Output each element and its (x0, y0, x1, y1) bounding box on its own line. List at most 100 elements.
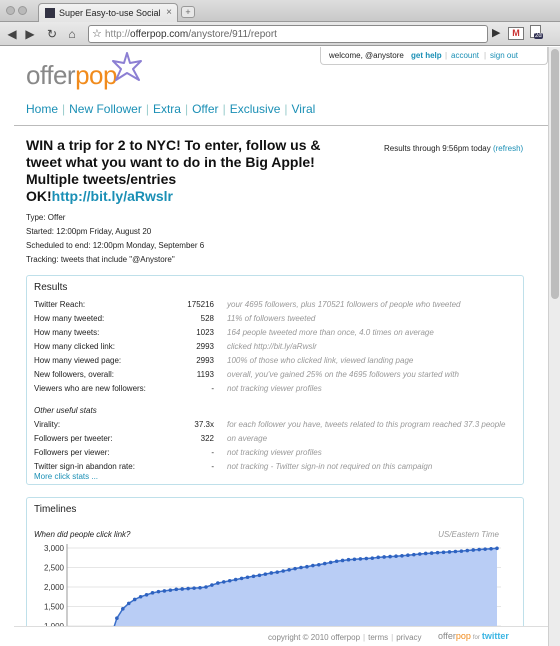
page-menu-icon[interactable]: 2d (530, 25, 544, 43)
data-point (465, 548, 470, 553)
y-tick-label: 2,000 (44, 583, 65, 592)
new-tab-button[interactable]: + (181, 6, 195, 18)
data-point (453, 549, 458, 554)
data-point (364, 556, 369, 561)
data-point (459, 549, 464, 553)
other-stats-heading: Other useful stats (34, 406, 97, 415)
forward-icon[interactable]: ▶ (22, 26, 38, 42)
campaign-link[interactable]: http://bit.ly/aRwslr (52, 188, 173, 204)
offerpop-logo[interactable]: offerpop (26, 60, 117, 91)
data-point (192, 586, 196, 590)
data-point (441, 550, 446, 555)
data-point (126, 601, 131, 606)
data-point (132, 597, 137, 602)
main-nav: Home | New Follower | Extra | Offer | Exclusive |… (26, 102, 315, 116)
browser-tab[interactable]: Super Easy-to-use Social Ma × (38, 3, 178, 22)
data-point (257, 573, 262, 578)
reload-icon[interactable]: ↻ (44, 26, 60, 42)
data-point (483, 547, 487, 551)
data-point (471, 548, 476, 552)
privacy-link[interactable]: privacy (396, 633, 421, 642)
data-point (400, 554, 404, 558)
divider: | (445, 51, 448, 60)
y-tick-label: 1,500 (44, 603, 65, 612)
nav-viral[interactable]: Viral (292, 102, 316, 116)
results-heading: Results (34, 282, 68, 293)
data-point (287, 568, 291, 572)
nav-divider: | (284, 102, 288, 116)
account-link[interactable]: account (451, 51, 479, 60)
refresh-link[interactable]: (refresh) (493, 144, 523, 153)
logo-star-icon (112, 52, 142, 81)
data-point (412, 552, 416, 557)
data-point (180, 587, 185, 591)
data-point (334, 559, 339, 564)
nav-extra[interactable]: Extra (153, 102, 181, 116)
data-point (239, 576, 244, 581)
data-point (340, 558, 345, 563)
bookmark-star-icon[interactable]: ☆ (92, 27, 102, 40)
data-point (210, 583, 214, 587)
data-point (174, 587, 179, 592)
campaign-type: Type: Offer (26, 213, 66, 222)
close-window-icon[interactable] (6, 6, 15, 15)
data-point (358, 557, 363, 561)
vertical-scrollbar[interactable] (548, 47, 560, 646)
campaign-started: Started: 12:00pm Friday, August 20 (26, 227, 152, 236)
results-through: Results through 9:56pm today (refresh) (384, 144, 524, 153)
data-point (245, 575, 250, 580)
page-footer: copyright © 2010 offerpop | terms | privacy … (14, 626, 548, 646)
welcome-text: welcome, @anystore (329, 51, 404, 60)
tab-title: Super Easy-to-use Social Ma (59, 8, 161, 18)
data-point (281, 569, 285, 573)
campaign-scheduled-end: Scheduled to end: 12:00pm Monday, Septem… (26, 241, 205, 250)
sign-out-link[interactable]: sign out (490, 51, 518, 60)
timelines-panel: Timelines When did people click link? US… (26, 497, 524, 646)
scrollbar-thumb[interactable] (551, 49, 559, 299)
minimize-window-icon[interactable] (18, 6, 27, 15)
gmail-icon[interactable]: M (508, 27, 524, 40)
data-point (144, 593, 149, 597)
get-help-link[interactable]: get help (411, 51, 442, 60)
data-point (251, 574, 256, 579)
data-point (429, 551, 434, 555)
address-bar[interactable]: ☆ http://offerpop.com/anystore/911/repor… (88, 25, 488, 43)
data-point (293, 566, 297, 571)
y-tick-label: 3,000 (44, 544, 65, 553)
timelines-heading: Timelines (34, 504, 77, 515)
nav-divider: | (62, 102, 66, 116)
terms-link[interactable]: terms (368, 633, 388, 642)
data-point (168, 588, 173, 592)
data-point (138, 594, 143, 599)
data-point (150, 591, 155, 595)
data-point (346, 557, 351, 562)
campaign-headline: WIN a trip for 2 to NYC! To enter, follo… (26, 137, 321, 204)
data-point (322, 561, 327, 566)
data-point (198, 585, 202, 590)
browser-toolbar: ◀ ▶ ↻ ⌂ ☆ http://offerpop.com/anystore/9… (0, 22, 560, 46)
page-menu-badge: 2d (534, 33, 543, 39)
more-click-stats-link[interactable]: More click stats ... (34, 472, 98, 481)
back-icon[interactable]: ◀ (4, 26, 20, 42)
home-icon[interactable]: ⌂ (64, 26, 80, 42)
tab-close-icon[interactable]: × (166, 7, 172, 18)
data-point (447, 550, 452, 554)
go-arrow-icon[interactable]: ▶ (492, 26, 500, 39)
y-tick-label: 2,500 (44, 564, 65, 573)
data-point (186, 586, 190, 591)
nav-exclusive[interactable]: Exclusive (230, 102, 281, 116)
divider: | (484, 51, 487, 60)
favicon-icon (45, 8, 55, 18)
nav-new-follower[interactable]: New Follower (69, 102, 142, 116)
campaign-tracking: Tracking: tweets that include "@Anystore… (26, 255, 175, 264)
nav-offer[interactable]: Offer (192, 102, 218, 116)
offerpop-for-twitter-logo: offerpop for twitter (438, 631, 509, 641)
nav-home[interactable]: Home (26, 102, 58, 116)
data-point (382, 555, 386, 559)
data-point (305, 564, 309, 569)
data-point (435, 550, 440, 555)
data-point (317, 562, 321, 567)
data-point (477, 547, 481, 552)
browser-titlebar: Super Easy-to-use Social Ma × + (0, 0, 560, 22)
data-point (352, 557, 357, 562)
